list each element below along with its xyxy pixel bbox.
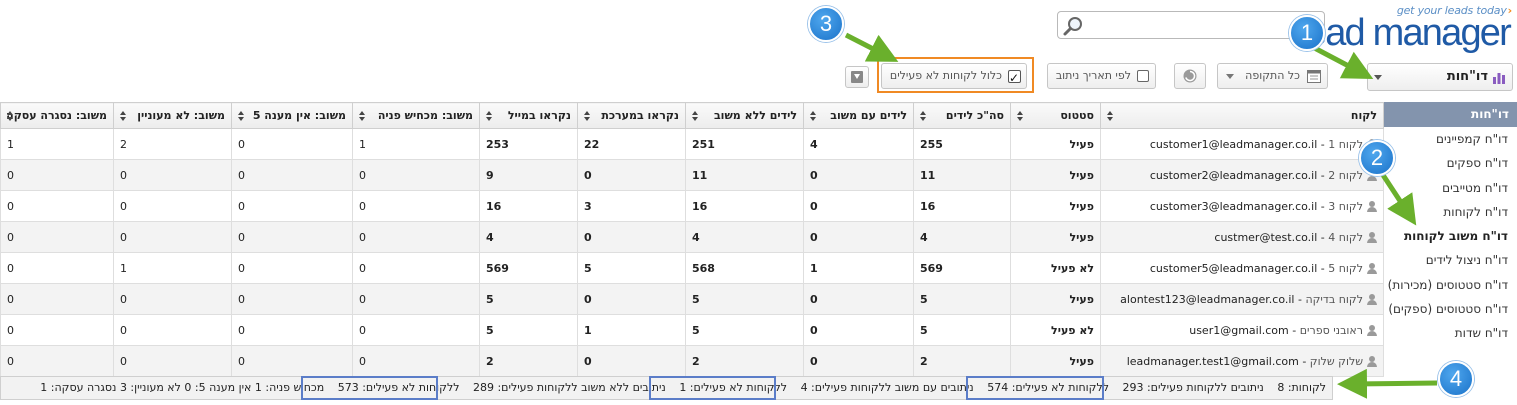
callout-arrows (844, 32, 1438, 399)
callout-1: 1 (1289, 15, 1325, 51)
arrow-4 (1337, 368, 1438, 399)
report-page: get your leads today› lead manager דו"חו… (0, 0, 1517, 405)
callout-2: 2 (1359, 140, 1395, 176)
callout-3: 3 (808, 6, 844, 42)
callout-4: 4 (1438, 361, 1474, 397)
arrow-3 (844, 32, 899, 62)
arrow-2 (1380, 173, 1417, 226)
